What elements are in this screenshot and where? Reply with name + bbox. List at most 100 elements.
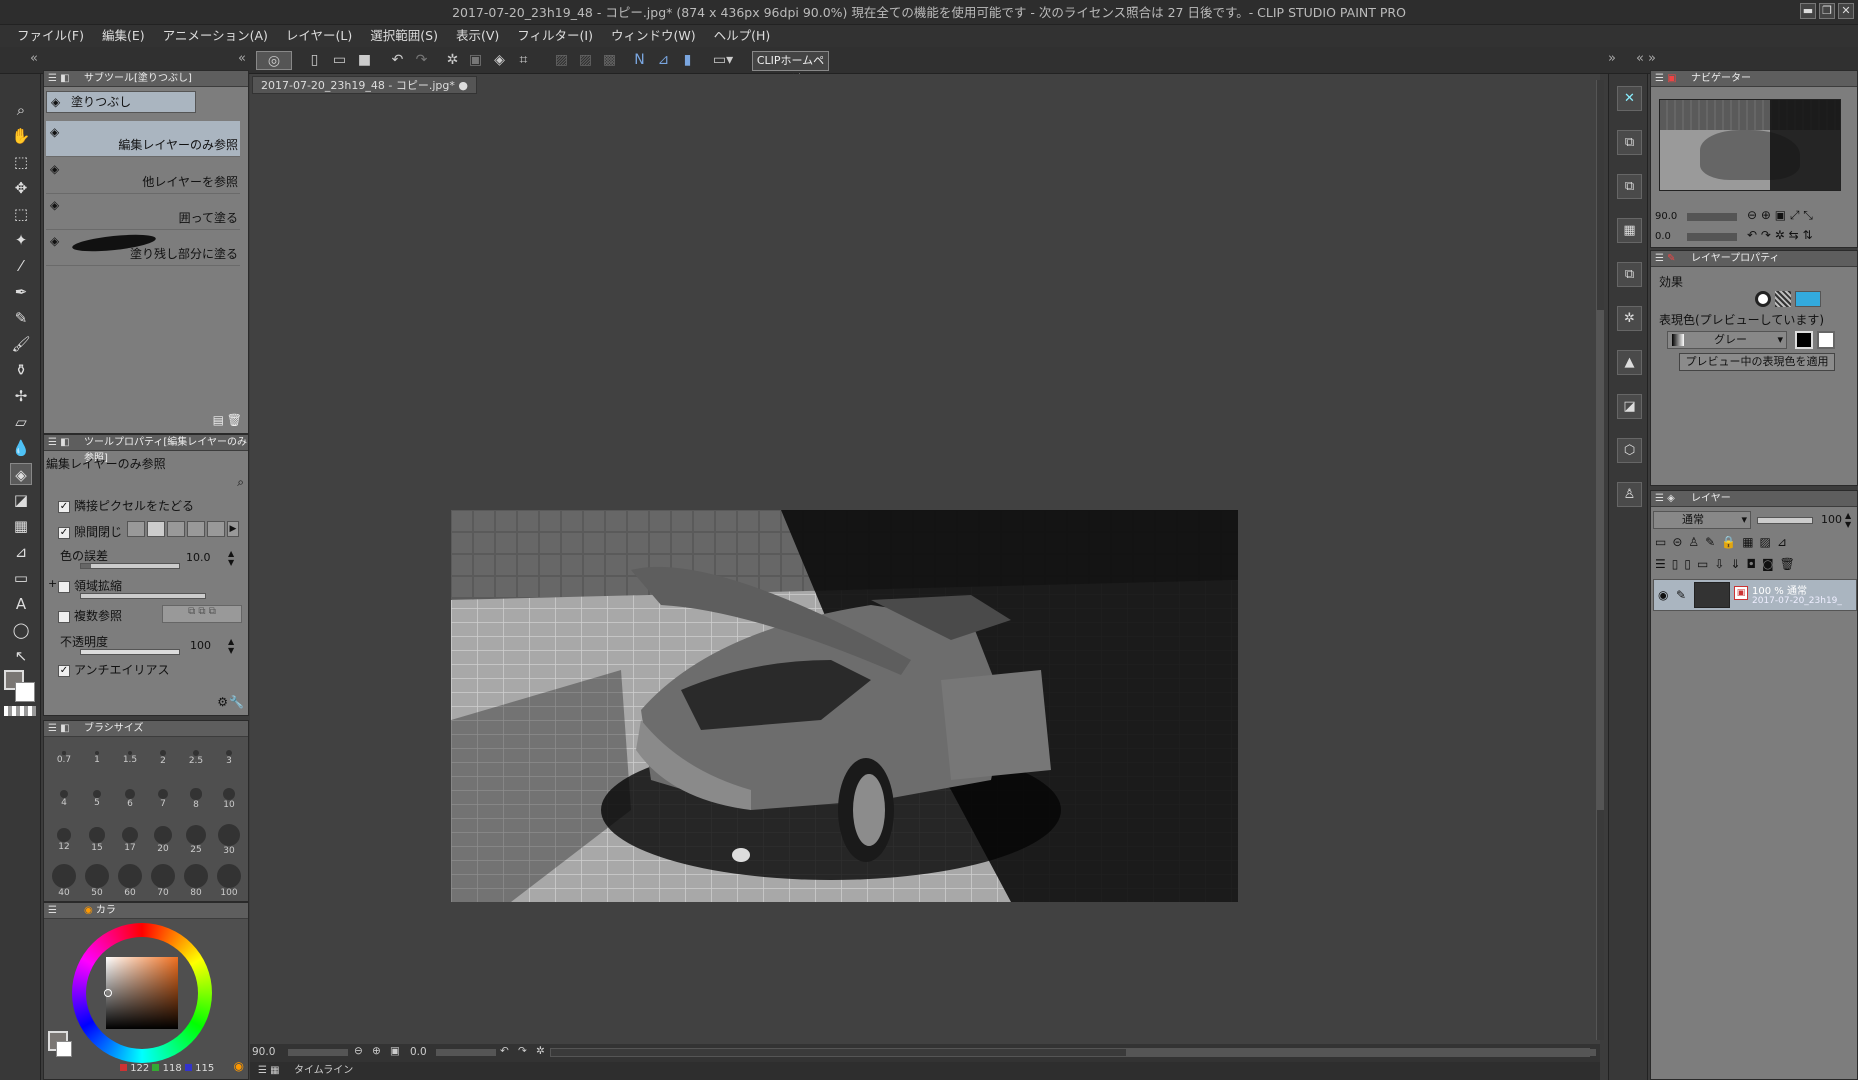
snap-special-ruler-icon[interactable]: ⊿ — [654, 51, 673, 70]
fill-tool-icon[interactable]: ◈ — [10, 463, 32, 485]
brush-size-cell[interactable]: 4 — [48, 782, 80, 822]
wrench-icon[interactable]: 🔧 — [229, 695, 244, 709]
adjacent-pixel-row[interactable]: ✓ 隣接ピクセルをたどる — [58, 497, 194, 514]
rotation-value[interactable]: 0.0 — [410, 1046, 427, 1058]
selection-tool-icon[interactable]: ⬚ — [10, 203, 32, 225]
layer-search-icon[interactable]: ⧉ — [1617, 130, 1642, 155]
pencil-tool-icon[interactable]: ✎ — [10, 307, 32, 329]
brush-size-cell[interactable]: 17 — [114, 823, 146, 863]
eyedropper-tool-icon[interactable]: ⁄ — [10, 255, 32, 277]
frame-tool-icon[interactable]: ▭ — [10, 567, 32, 589]
brush-size-cell[interactable]: 15 — [81, 823, 113, 863]
tone-effect-icon[interactable] — [1775, 291, 1791, 307]
panel-menu-icon[interactable]: ☰ ✎ — [1655, 251, 1676, 267]
brush-size-cell[interactable]: 12 — [48, 823, 80, 863]
rotate-left-icon[interactable]: ↶ — [500, 1045, 509, 1057]
clear-outside-icon[interactable]: ▣ — [466, 51, 485, 70]
layer-color-swatch-icon[interactable]: ▭ — [1655, 535, 1672, 549]
rotation-slider[interactable] — [436, 1049, 496, 1056]
transparent-color-swatch[interactable] — [4, 706, 36, 716]
panel-menu-icon[interactable]: ☰ ◧ — [48, 435, 70, 451]
multi-ref-options-icon[interactable]: ⧉ ⧉ ⧉ — [162, 605, 242, 623]
gap-level-4[interactable] — [207, 521, 225, 537]
horizontal-scrollbar[interactable] — [550, 1048, 1596, 1057]
panel-menu-icon[interactable]: ☰ ◧ — [48, 71, 70, 87]
brush-size-cell[interactable]: 10 — [213, 782, 245, 822]
opacity-slider[interactable] — [80, 649, 180, 655]
vertical-scroll-thumb[interactable] — [1597, 310, 1604, 810]
gap-level-2[interactable] — [167, 521, 185, 537]
zoom-value[interactable]: 90.0 — [252, 1046, 275, 1058]
color-margin-value[interactable]: 10.0 — [186, 551, 211, 564]
brush-size-cell[interactable]: 80 — [180, 864, 212, 904]
layer-opacity-slider[interactable] — [1757, 517, 1813, 524]
zoom-tool-icon[interactable]: ⌕ — [10, 99, 32, 121]
white-color-button[interactable] — [1817, 331, 1835, 349]
open-file-icon[interactable]: ▭ — [330, 51, 349, 70]
hand-tool-icon[interactable]: ✋ — [10, 125, 32, 147]
subtool-item-refer-other-layers[interactable]: ◈ 他レイヤーを参照 — [46, 158, 240, 194]
collapse-right-icon[interactable]: « — [1636, 51, 1644, 66]
clip-homepage-button[interactable]: CLIPホームページ — [752, 51, 829, 85]
collapse-panel-icon[interactable]: « — [238, 51, 246, 66]
edit-layer-pen-icon[interactable]: ✎ — [1676, 588, 1686, 602]
brush-size-cell[interactable]: 70 — [147, 864, 179, 904]
close-button[interactable]: ✕ — [1838, 3, 1854, 19]
delete-subtool-icon[interactable]: 🗑 — [227, 413, 242, 427]
menu-selection[interactable]: 選択範囲(S) — [361, 25, 447, 47]
close-gap-row[interactable]: ✓ 隙間閉じ — [58, 523, 122, 540]
menu-view[interactable]: 表示(V) — [447, 25, 508, 47]
brush-size-cell[interactable]: 0.7 — [48, 741, 80, 781]
gap-level-next-icon[interactable]: ▶ — [227, 521, 239, 537]
subtool-item-paint-unfilled[interactable]: ◈ 塗り残し部分に塗る — [46, 230, 240, 266]
apply-preview-color-button[interactable]: プレビュー中の表現色を適用 — [1679, 353, 1835, 371]
multi-ref-row[interactable]: 複数参照 — [58, 607, 122, 624]
zoom-slider[interactable] — [288, 1049, 348, 1056]
decoration-tool-icon[interactable]: ✢ — [10, 385, 32, 407]
navigator-zoom-value[interactable]: 90.0 — [1655, 211, 1677, 222]
multi-ref-checkbox[interactable] — [58, 610, 70, 623]
airbrush-tool-icon[interactable]: ⚱ — [10, 359, 32, 381]
menu-help[interactable]: ヘルプ(H) — [705, 25, 780, 47]
eye-visibility-icon[interactable]: ◉ — [1658, 588, 1668, 602]
menu-file[interactable]: ファイル(F) — [8, 25, 93, 47]
opacity-value[interactable]: 100 — [190, 639, 211, 652]
gap-level-3[interactable] — [187, 521, 205, 537]
expand-selection-icon[interactable]: ▩ — [600, 51, 619, 70]
auto-select-tool-icon[interactable]: ✦ — [10, 229, 32, 251]
blend-tool-icon[interactable]: 💧 — [10, 437, 32, 459]
move-layer-tool-icon[interactable]: ✥ — [10, 177, 32, 199]
deselect-icon[interactable]: ▨ — [552, 51, 571, 70]
display-mode-icon[interactable]: ▭▾ — [708, 51, 738, 70]
fit-screen-icon[interactable]: ▣ — [390, 1045, 400, 1057]
brush-size-cell[interactable]: 5 — [81, 782, 113, 822]
brush-size-cell[interactable]: 6 — [114, 782, 146, 822]
material-pattern-icon[interactable]: ▦ — [1617, 218, 1642, 243]
correct-line-tool-icon[interactable]: ↖ — [10, 645, 32, 667]
material-manga-icon[interactable]: ⧉ — [1617, 262, 1642, 287]
opacity-spinner-icon[interactable]: ▲ ▼ — [228, 637, 234, 655]
brush-tool-icon[interactable]: 🖌 — [10, 333, 32, 355]
clear-icon[interactable]: ✲ — [443, 51, 462, 70]
zoom-in-icon[interactable]: ⊕ — [372, 1045, 381, 1057]
layer-color-icon[interactable] — [1795, 291, 1821, 307]
panel-menu-icon[interactable]: ☰ ▦ — [258, 1062, 280, 1080]
text-tool-icon[interactable]: A — [10, 593, 32, 615]
brush-size-cell[interactable]: 1 — [81, 741, 113, 781]
brush-size-cell[interactable]: 2.5 — [180, 741, 212, 781]
apply-mask-icon[interactable]: ◙ — [1762, 557, 1780, 571]
ruler-show-icon[interactable]: ⊿ — [1777, 535, 1793, 549]
search-icon[interactable]: ⌕ — [237, 475, 244, 490]
navigator-preview[interactable] — [1659, 99, 1841, 191]
snap-ruler-icon[interactable]: N — [630, 51, 649, 70]
close-tab-icon[interactable]: ● — [458, 79, 468, 92]
layer-menu-icon[interactable]: ☰ — [1655, 557, 1672, 571]
sub-color-mini-swatch[interactable] — [56, 1041, 72, 1057]
navigator-rotation-slider[interactable] — [1687, 233, 1737, 241]
gap-level-0[interactable] — [127, 521, 145, 537]
transfer-down-icon[interactable]: ⇩ — [1714, 557, 1730, 571]
restore-button[interactable]: ❐ — [1819, 3, 1835, 19]
brush-size-cell[interactable]: 3 — [213, 741, 245, 781]
material-panel-icon[interactable]: ✕ — [1617, 86, 1642, 111]
eraser-tool-icon[interactable]: ▱ — [10, 411, 32, 433]
